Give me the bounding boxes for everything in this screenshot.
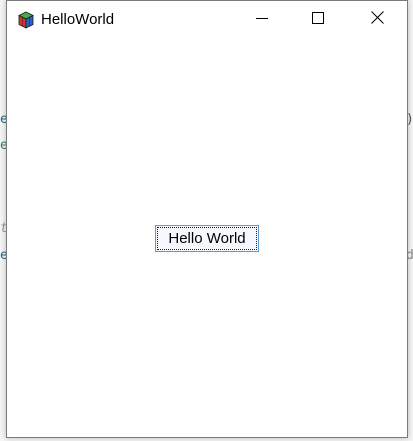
app-window: HelloWorld Hello World: [6, 0, 408, 438]
app-cube-icon: [18, 11, 34, 29]
client-area: Hello World: [7, 39, 407, 437]
hello-world-button[interactable]: Hello World: [155, 225, 259, 252]
close-button[interactable]: [354, 1, 400, 39]
maximize-button[interactable]: [295, 1, 341, 39]
minimize-icon: [256, 11, 268, 29]
title-bar[interactable]: HelloWorld: [7, 1, 407, 39]
window-title: HelloWorld: [41, 11, 115, 28]
close-icon: [370, 11, 384, 29]
maximize-icon: [312, 11, 324, 29]
minimize-button[interactable]: [239, 1, 285, 39]
